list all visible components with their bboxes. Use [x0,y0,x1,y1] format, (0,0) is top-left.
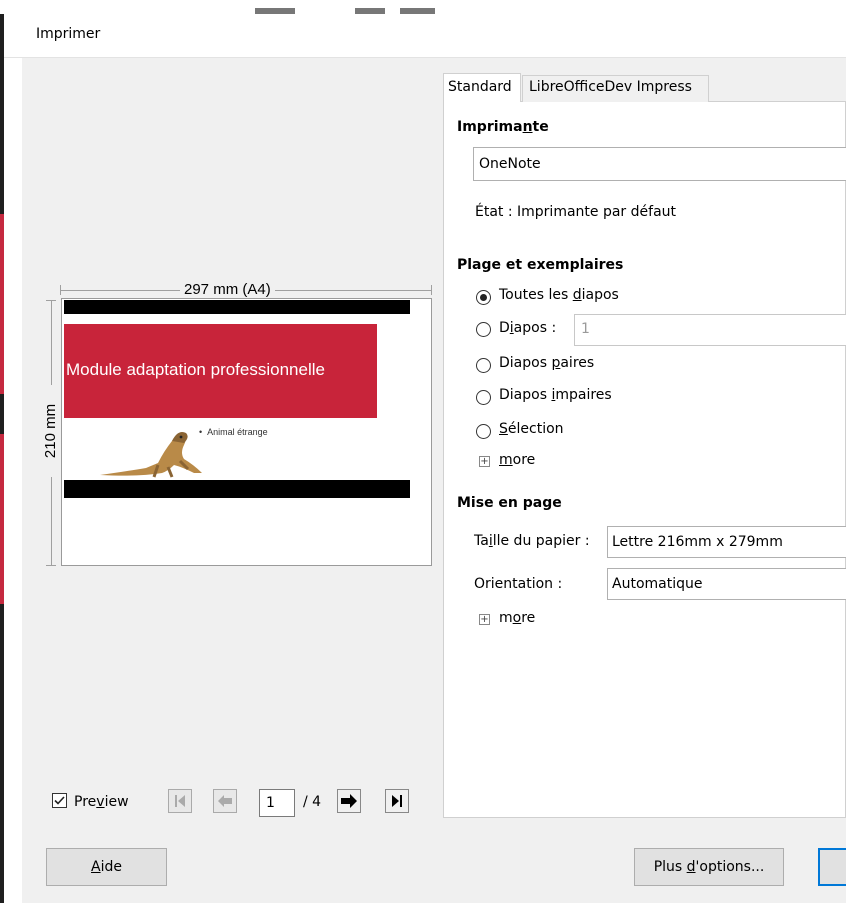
ok-button[interactable] [818,848,846,886]
page-height-label: 210 mm [40,385,62,477]
preview-checkbox[interactable] [52,793,67,808]
next-page-button[interactable] [337,789,361,813]
help-button[interactable]: Aide [46,848,167,886]
orientation-select[interactable]: Automatique [607,568,846,600]
printer-status: État : Imprimante par défaut [475,204,677,220]
first-page-button[interactable] [168,789,192,813]
paper-size-label: Taille du papier : [474,533,590,549]
preview-label[interactable]: Preview [74,794,129,810]
printer-section-heading: Imprimante [457,119,549,135]
lizard-image [100,432,202,478]
slide-title: Module adaptation professionnelle [66,360,325,379]
layout-more-expander[interactable]: more [499,610,535,626]
slide-bullet: • Animal étrange [199,427,268,437]
paper-size-select[interactable]: Lettre 216mm x 279mm [607,526,846,558]
radio-even-slides[interactable] [476,358,491,373]
radio-slides-label[interactable]: Diapos : [499,320,556,336]
background-window-edge [0,14,4,903]
slides-range-input[interactable]: 1 [574,314,846,346]
radio-odd-slides[interactable] [476,390,491,405]
width-dimension-tick [60,285,61,295]
width-dimension-tick [431,285,432,295]
letterbox-bar-bottom [64,480,410,498]
height-dimension-tick [46,565,56,566]
range-more-expander[interactable]: more [499,452,535,468]
printer-select[interactable]: OneNote [473,147,846,181]
expand-plus-icon[interactable]: + [479,614,490,625]
checkmark-icon [54,796,65,805]
first-page-icon [175,795,185,807]
radio-even-slides-label[interactable]: Diapos paires [499,355,594,371]
height-dimension-tick [46,300,56,301]
previous-page-button[interactable] [213,789,237,813]
window-title: Imprimer [36,26,101,42]
radio-all-slides-label[interactable]: Toutes les diapos [499,287,619,303]
radio-slides[interactable] [476,322,491,337]
arrow-right-icon [341,794,357,808]
expand-plus-icon[interactable]: + [479,456,490,467]
radio-all-slides[interactable] [476,290,491,305]
radio-selection[interactable] [476,424,491,439]
last-page-icon [392,795,402,807]
layout-section-heading: Mise en page [457,495,562,511]
arrow-left-icon [218,795,232,807]
more-options-button[interactable]: Plus d'options... [634,848,784,886]
title-bar [0,14,846,58]
range-section-heading: Plage et exemplaires [457,257,624,273]
radio-odd-slides-label[interactable]: Diapos impaires [499,387,612,403]
last-page-button[interactable] [385,789,409,813]
page-width-label: 297 mm (A4) [180,281,275,298]
page-total: / 4 [303,794,322,810]
radio-selection-label[interactable]: Sélection [499,421,564,437]
window-top-strip [0,0,846,14]
orientation-label: Orientation : [474,576,563,592]
tab-standard[interactable]: Standard [443,73,521,102]
tab-impress[interactable]: LibreOfficeDev Impress [522,75,709,102]
letterbox-bar-top [64,300,410,314]
page-number-input[interactable]: 1 [259,789,295,817]
